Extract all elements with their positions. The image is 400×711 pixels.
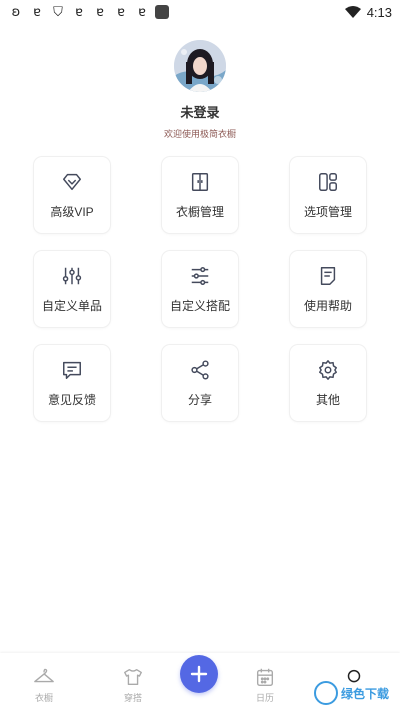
menu-item-label: 意见反馈 [47,392,96,407]
tab-label: 衣橱 [34,693,53,703]
shirt-icon [124,668,142,686]
menu-item-option-management[interactable]: 选项管理 [290,157,366,233]
menu-item-custom-outfit[interactable]: 自定义搭配 [162,251,238,327]
menu-item-label: 自定义搭配 [169,298,230,313]
hanger-icon [34,668,54,683]
layout-icon [319,172,337,191]
menu-item-custom-item[interactable]: 自定义单品 [34,251,110,327]
menu-item-label: 衣橱管理 [175,204,224,219]
menu-item-feedback[interactable]: 意见反馈 [34,345,110,421]
plus-icon [190,665,208,683]
app-notification-icon: ɐ [75,4,83,20]
app-notification-icon: ʚ [11,4,21,20]
filter-lines-icon [191,266,209,285]
sliders-icon [62,267,82,284]
tab-label: 日历 [255,693,274,703]
gear-icon [319,359,337,380]
menu-item-label: 其他 [315,392,340,407]
app-notification-icon: ɐ [117,4,125,20]
shield-notification-icon: ⛉ [53,4,63,20]
tab-outfit[interactable]: 穿搭 [103,667,163,704]
tab-wardrobe[interactable]: 衣橱 [14,667,74,704]
wifi-icon [344,6,361,18]
wardrobe-icon [191,172,209,191]
avatar-image [174,40,226,92]
menu-grid: 高级VIP 衣橱管理 选项管理 自定义单品 自定义搭配 使用帮助 意见反馈 分享… [34,157,366,421]
message-icon [63,361,81,379]
profile-section: 未登录 欢迎使用极简衣橱 [0,40,400,140]
menu-item-label: 自定义单品 [41,298,102,313]
tab-calendar[interactable]: 日历 [235,667,295,704]
tab-label: 穿搭 [123,693,142,703]
add-button[interactable] [180,655,218,693]
app-notification-icon: ɐ [96,4,104,20]
welcome-text: 欢迎使用极简衣橱 [163,129,236,139]
menu-item-share[interactable]: 分享 [162,345,238,421]
username[interactable]: 未登录 [180,102,219,121]
clock: 4:13 [366,4,392,20]
watermark-text: 绿色下载 [341,686,390,701]
app-notification-icon: ɐ [33,4,41,20]
status-bar: ʚ ɐ ⛉ ɐ ɐ ɐ ɐ 4:13 [0,0,400,24]
document-icon [320,266,336,285]
menu-item-label: 分享 [187,392,212,407]
menu-item-wardrobe-management[interactable]: 衣橱管理 [162,157,238,233]
watermark-logo-icon [314,681,338,705]
share-icon [191,359,209,380]
menu-item-label: 使用帮助 [303,298,352,313]
diamond-icon [63,173,81,190]
notification-icons: ʚ ɐ ⛉ ɐ ɐ ɐ ɐ [8,5,169,19]
calendar-icon [256,668,274,686]
menu-item-label: 高级VIP [50,204,94,219]
menu-item-help[interactable]: 使用帮助 [290,251,366,327]
menu-item-label: 选项管理 [303,204,352,219]
avatar[interactable] [174,40,226,92]
watermark: 绿色下载 [314,679,392,707]
square-notification-icon [155,5,169,19]
app-notification-icon: ɐ [138,4,146,20]
menu-item-other[interactable]: 其他 [290,345,366,421]
menu-item-vip[interactable]: 高级VIP [34,157,110,233]
